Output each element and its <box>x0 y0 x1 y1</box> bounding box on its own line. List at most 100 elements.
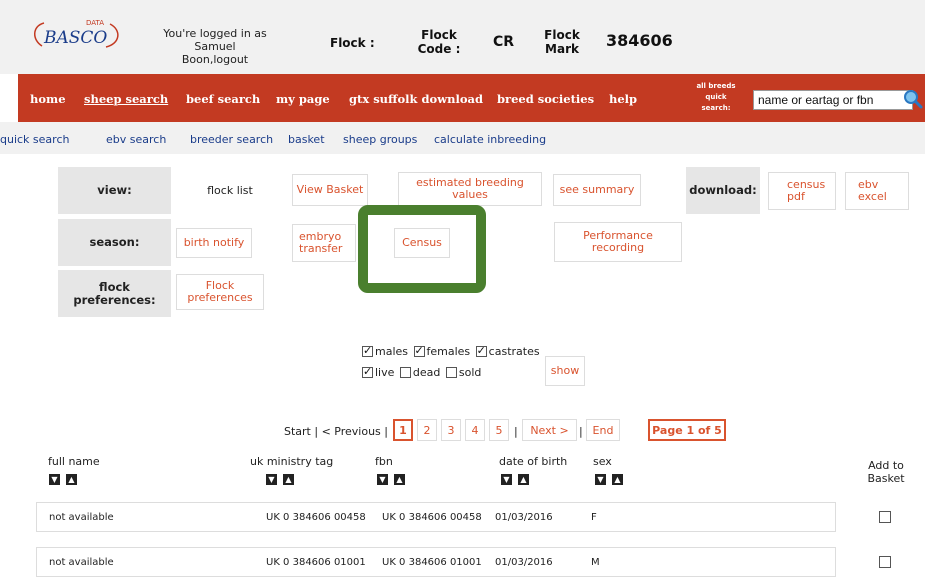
page-5-button[interactable]: 5 <box>489 419 509 441</box>
subnav-breeder-search[interactable]: breeder search <box>190 133 273 146</box>
top-header: BASCO DATA You're logged in as Samuel Bo… <box>0 0 925 74</box>
logged-in-line-1: You're logged in as Samuel <box>163 27 267 53</box>
search-icon[interactable] <box>903 89 923 109</box>
cell-full-name: not available <box>49 557 114 568</box>
pagination-sep: | <box>514 425 518 438</box>
flock-list-text: flock list <box>207 184 253 197</box>
females-label: females <box>426 345 471 358</box>
nav-breed-societies[interactable]: breed societies <box>497 92 594 106</box>
see-summary-button[interactable]: see summary <box>553 174 641 206</box>
logged-in-text: You're logged in as Samuel Boon,logout <box>150 27 280 66</box>
pagination-sep-2: | <box>579 425 583 438</box>
census-highlight-frame <box>358 205 486 293</box>
live-label: live <box>375 366 395 379</box>
subnav-ebv-search[interactable]: ebv search <box>106 133 166 146</box>
basco-logo[interactable]: BASCO DATA <box>30 16 122 52</box>
sort-date-of-birth: ▼ ▲ <box>501 472 535 485</box>
subnav-calculate-inbreeding[interactable]: calculate inbreeding <box>434 133 546 146</box>
sex-filters: males females castrates <box>362 344 540 358</box>
ebv-button[interactable]: estimated breeding values <box>398 172 542 206</box>
sort-desc-icon[interactable]: ▼ <box>49 474 60 485</box>
census-pdf-button[interactable]: census pdf <box>768 172 836 210</box>
qs-label-3: search: <box>701 104 731 112</box>
pagination-start-previous[interactable]: Start | < Previous | <box>284 425 388 438</box>
col-add-to-basket: Add to Basket <box>867 459 905 485</box>
cell-sex: M <box>591 557 600 568</box>
view-label: view: <box>58 167 171 214</box>
page-3-button[interactable]: 3 <box>441 419 461 441</box>
download-label: download: <box>686 167 760 214</box>
nav-home[interactable]: home <box>30 92 66 106</box>
flock-label: Flock : <box>330 36 375 50</box>
qs-label-1: all breeds <box>696 82 736 90</box>
nav-sheep-search[interactable]: sheep search <box>84 92 168 106</box>
end-button[interactable]: End <box>586 419 620 441</box>
nav-beef-search[interactable]: beef search <box>186 92 260 106</box>
col-uk-ministry-tag: uk ministry tag <box>250 455 334 468</box>
dead-checkbox[interactable] <box>399 367 411 378</box>
sort-desc-icon[interactable]: ▼ <box>266 474 277 485</box>
sort-sex: ▼ ▲ <box>595 472 629 485</box>
sort-desc-icon[interactable]: ▼ <box>377 474 388 485</box>
svg-text:DATA: DATA <box>86 19 104 27</box>
sort-asc-icon[interactable]: ▲ <box>518 474 529 485</box>
sold-checkbox[interactable] <box>445 367 457 378</box>
flock-code-value: CR <box>493 34 515 50</box>
cell-full-name: not available <box>49 512 114 523</box>
ebv-excel-button[interactable]: ebv excel <box>845 172 909 210</box>
cell-fbn: UK 0 384606 00458 <box>382 512 482 523</box>
page-4-button[interactable]: 4 <box>465 419 485 441</box>
nav-my-page[interactable]: my page <box>276 92 330 106</box>
page-1-button[interactable]: 1 <box>393 419 413 441</box>
col-full-name: full name <box>48 455 100 468</box>
dead-label: dead <box>412 366 441 379</box>
sort-desc-icon[interactable]: ▼ <box>501 474 512 485</box>
cell-uk-ministry-tag: UK 0 384606 01001 <box>266 557 366 568</box>
sort-uk-ministry-tag: ▼ ▲ <box>266 472 300 485</box>
nav-gtx-suffolk-download[interactable]: gtx suffolk download <box>349 92 483 106</box>
page-2-button[interactable]: 2 <box>417 419 437 441</box>
quick-search-label: all breeds quick search: <box>692 81 740 114</box>
cell-date-of-birth: 01/03/2016 <box>495 512 553 523</box>
logout-link[interactable]: Boon,logout <box>150 53 280 66</box>
nav-help[interactable]: help <box>609 92 637 106</box>
col-fbn: fbn <box>375 455 393 468</box>
quick-search-input[interactable]: name or eartag or fbn <box>753 90 913 110</box>
females-checkbox[interactable] <box>413 344 425 357</box>
table-row: not available UK 0 384606 00458 UK 0 384… <box>36 502 836 532</box>
show-button[interactable]: show <box>545 356 585 386</box>
sort-fbn: ▼ ▲ <box>377 472 411 485</box>
page-indicator: Page 1 of 5 <box>648 419 726 441</box>
sort-desc-icon[interactable]: ▼ <box>595 474 606 485</box>
sold-label: sold <box>458 366 482 379</box>
sort-asc-icon[interactable]: ▲ <box>612 474 623 485</box>
cell-uk-ministry-tag: UK 0 384606 00458 <box>266 512 366 523</box>
subnav-sheep-groups[interactable]: sheep groups <box>343 133 417 146</box>
col-date-of-birth: date of birth <box>499 455 568 468</box>
sort-asc-icon[interactable]: ▲ <box>283 474 294 485</box>
castrates-label: castrates <box>488 345 540 358</box>
males-label: males <box>375 345 409 358</box>
males-checkbox[interactable] <box>362 344 373 357</box>
add-to-basket-checkbox[interactable] <box>879 556 891 568</box>
view-basket-button[interactable]: View Basket <box>292 174 368 206</box>
live-checkbox[interactable] <box>362 365 373 378</box>
season-label: season: <box>58 219 171 266</box>
sort-asc-icon[interactable]: ▲ <box>66 474 77 485</box>
flock-mark-label: Flock Mark <box>544 28 580 56</box>
birth-notify-button[interactable]: birth notify <box>176 228 252 258</box>
castrates-checkbox[interactable] <box>475 344 487 357</box>
sub-nav: quick search ebv search breeder search b… <box>0 122 925 154</box>
sort-full-name: ▼ ▲ <box>49 472 83 485</box>
flock-preferences-button[interactable]: Flock preferences <box>176 274 264 310</box>
sort-asc-icon[interactable]: ▲ <box>394 474 405 485</box>
subnav-quick-search[interactable]: quick search <box>0 133 69 146</box>
col-sex: sex <box>593 455 612 468</box>
subnav-basket[interactable]: basket <box>288 133 325 146</box>
performance-recording-button[interactable]: Performance recording <box>554 222 682 262</box>
flock-preferences-label: flock preferences: <box>58 270 171 317</box>
status-filters: live dead sold <box>362 365 482 379</box>
add-to-basket-checkbox[interactable] <box>879 511 891 523</box>
embryo-transfer-button[interactable]: embryo transfer <box>292 224 356 262</box>
next-button[interactable]: Next > <box>522 419 577 441</box>
